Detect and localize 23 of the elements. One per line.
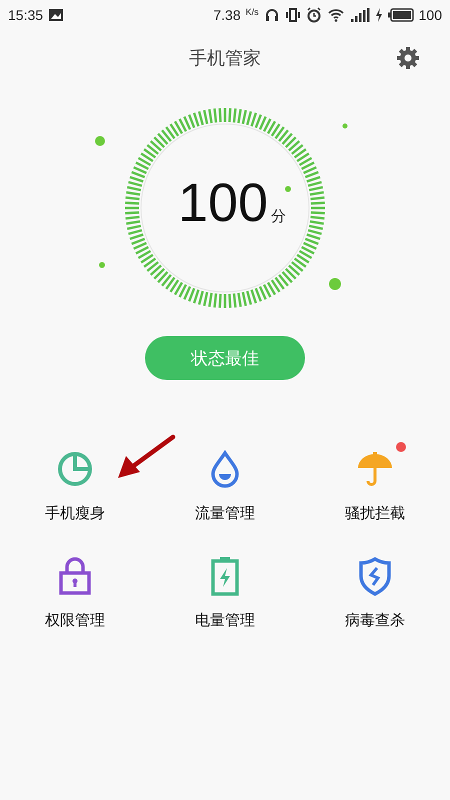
status-time: 15:35 [8, 7, 44, 23]
charging-icon [374, 8, 383, 22]
signal-icon [350, 8, 370, 22]
speed-unit: K/s [246, 7, 259, 17]
tool-item[interactable]: 权限管理 [0, 543, 150, 630]
annotation-arrow [116, 434, 176, 480]
page-title: 手机管家 [189, 47, 261, 70]
tool-item[interactable]: 流量管理 [150, 436, 300, 523]
network-speed: 7.38 [213, 7, 241, 23]
settings-icon [396, 46, 420, 70]
tool-item[interactable]: 骚扰拦截 [300, 436, 450, 523]
tool-item[interactable]: 病毒查杀 [300, 543, 450, 630]
battery-icon [388, 8, 414, 22]
alarm-icon [306, 7, 322, 23]
tool-item[interactable]: 电量管理 [150, 543, 300, 630]
score-value: 100 [178, 172, 268, 234]
battery-level: 100 [418, 7, 442, 23]
score-unit: 分 [271, 207, 286, 226]
wifi-icon [326, 7, 345, 23]
vibrate-icon [284, 7, 301, 23]
headphones-icon [264, 7, 280, 23]
tool-item[interactable]: 手机瘦身 [0, 436, 150, 523]
image-icon [48, 8, 64, 22]
